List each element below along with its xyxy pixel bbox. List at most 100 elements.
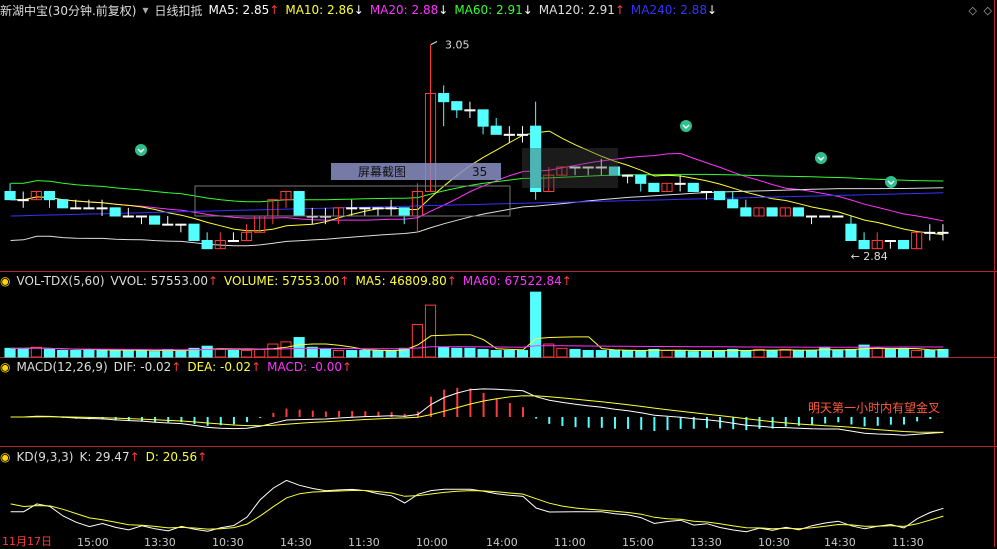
- candle-body: [792, 207, 804, 217]
- x-tick-label: 11:00: [554, 536, 586, 549]
- x-tick-label: 10:00: [416, 536, 448, 549]
- volume-bar: [556, 347, 568, 358]
- candle-body: [884, 240, 896, 242]
- candle-body: [924, 231, 936, 234]
- candle-body: [4, 191, 16, 201]
- x-tick-label: 14:00: [486, 536, 518, 549]
- candle-body: [477, 109, 489, 127]
- candle-body: [516, 133, 529, 136]
- volume-bar: [135, 350, 148, 358]
- high-pointer: [430, 41, 438, 45]
- volume-bar: [792, 350, 804, 358]
- candle-body: [766, 207, 778, 217]
- volume-bar: [227, 350, 240, 358]
- signal-icon: [680, 120, 692, 132]
- candle-body: [188, 223, 200, 242]
- candle-body: [162, 223, 174, 226]
- x-tick-label: 15:00: [77, 536, 109, 549]
- candle-body: [648, 182, 660, 192]
- candle-body: [43, 191, 56, 201]
- candle-body: [714, 191, 726, 201]
- volume-bar: [385, 350, 397, 358]
- volume-bar: [832, 350, 844, 358]
- candle-body: [937, 231, 949, 234]
- volume-bar: [438, 346, 450, 358]
- candle-body: [227, 240, 240, 242]
- d-line: [10, 490, 944, 530]
- volume-bar: [201, 345, 213, 358]
- volume-bar: [819, 346, 831, 358]
- candle-body: [687, 182, 699, 192]
- x-tick-label: 10:30: [758, 536, 790, 549]
- overlay-text: 屏幕截图: [358, 165, 406, 179]
- candle-body: [149, 215, 161, 225]
- selection-box: [194, 185, 511, 217]
- dif-line: [10, 388, 944, 436]
- candle-body: [109, 207, 121, 217]
- candle-body: [385, 207, 397, 210]
- candle-body: [438, 93, 450, 103]
- volume-bar: [241, 350, 253, 358]
- candle-body: [635, 174, 647, 184]
- chart-svg[interactable]: 3.05 ← 2.84 屏幕截图 35: [0, 0, 997, 547]
- candle-body: [832, 215, 844, 218]
- volume-bar: [714, 350, 726, 358]
- candle-body: [451, 101, 463, 111]
- volume-bar: [595, 350, 607, 358]
- candle-body: [70, 207, 82, 210]
- k-line: [10, 479, 944, 533]
- x-tick-label: 13:30: [144, 536, 176, 549]
- candle-body: [490, 125, 502, 135]
- volume-bar: [424, 304, 437, 358]
- volume-bar: [17, 347, 29, 358]
- candle-body: [858, 240, 870, 250]
- volume-bar: [700, 350, 712, 358]
- volume-bar: [766, 350, 778, 358]
- volume-bar: [359, 350, 371, 358]
- volume-bar: [779, 348, 791, 358]
- volume-bar: [175, 350, 187, 358]
- candle-body: [175, 223, 187, 226]
- volume-bar: [464, 347, 476, 358]
- volume-bar: [740, 350, 752, 358]
- volume-bar: [622, 350, 634, 358]
- overlay-value: 35: [472, 165, 487, 179]
- candle-body: [740, 207, 752, 217]
- volume-bar: [530, 291, 542, 358]
- volume-bar: [293, 337, 305, 358]
- volume-bar: [83, 348, 95, 358]
- candle-body: [503, 133, 515, 136]
- volume-bar: [884, 348, 896, 358]
- high-label: 3.05: [445, 39, 470, 52]
- volume-bar: [319, 348, 331, 358]
- signal-icon: [135, 144, 147, 156]
- volume-bar: [267, 343, 279, 358]
- volume-bar: [332, 350, 345, 358]
- volume-bar: [635, 350, 647, 358]
- candle-body: [819, 215, 831, 218]
- candle-body: [122, 215, 134, 218]
- signal-icon: [885, 176, 897, 188]
- candle-body: [464, 109, 476, 112]
- volume-bar: [687, 351, 699, 358]
- volume-bar: [897, 348, 910, 358]
- candle-body: [201, 240, 213, 250]
- volume-bar: [516, 350, 529, 358]
- volume-bar: [477, 348, 489, 358]
- volume-bar: [346, 350, 358, 358]
- volume-bar: [214, 348, 226, 358]
- volume-bar: [582, 350, 594, 358]
- signal-icon: [815, 152, 827, 164]
- volume-bar: [911, 350, 923, 358]
- volume-bar: [96, 348, 108, 358]
- volume-bar: [845, 348, 857, 358]
- volume-bar: [451, 347, 463, 358]
- candle-body: [293, 191, 305, 217]
- candle-body: [17, 199, 29, 202]
- volume-bar: [661, 350, 673, 358]
- volume-bar: [43, 348, 56, 358]
- shade-box: [522, 148, 618, 188]
- volume-bar: [149, 351, 161, 358]
- candle-body: [57, 199, 69, 209]
- candle-body: [897, 240, 910, 250]
